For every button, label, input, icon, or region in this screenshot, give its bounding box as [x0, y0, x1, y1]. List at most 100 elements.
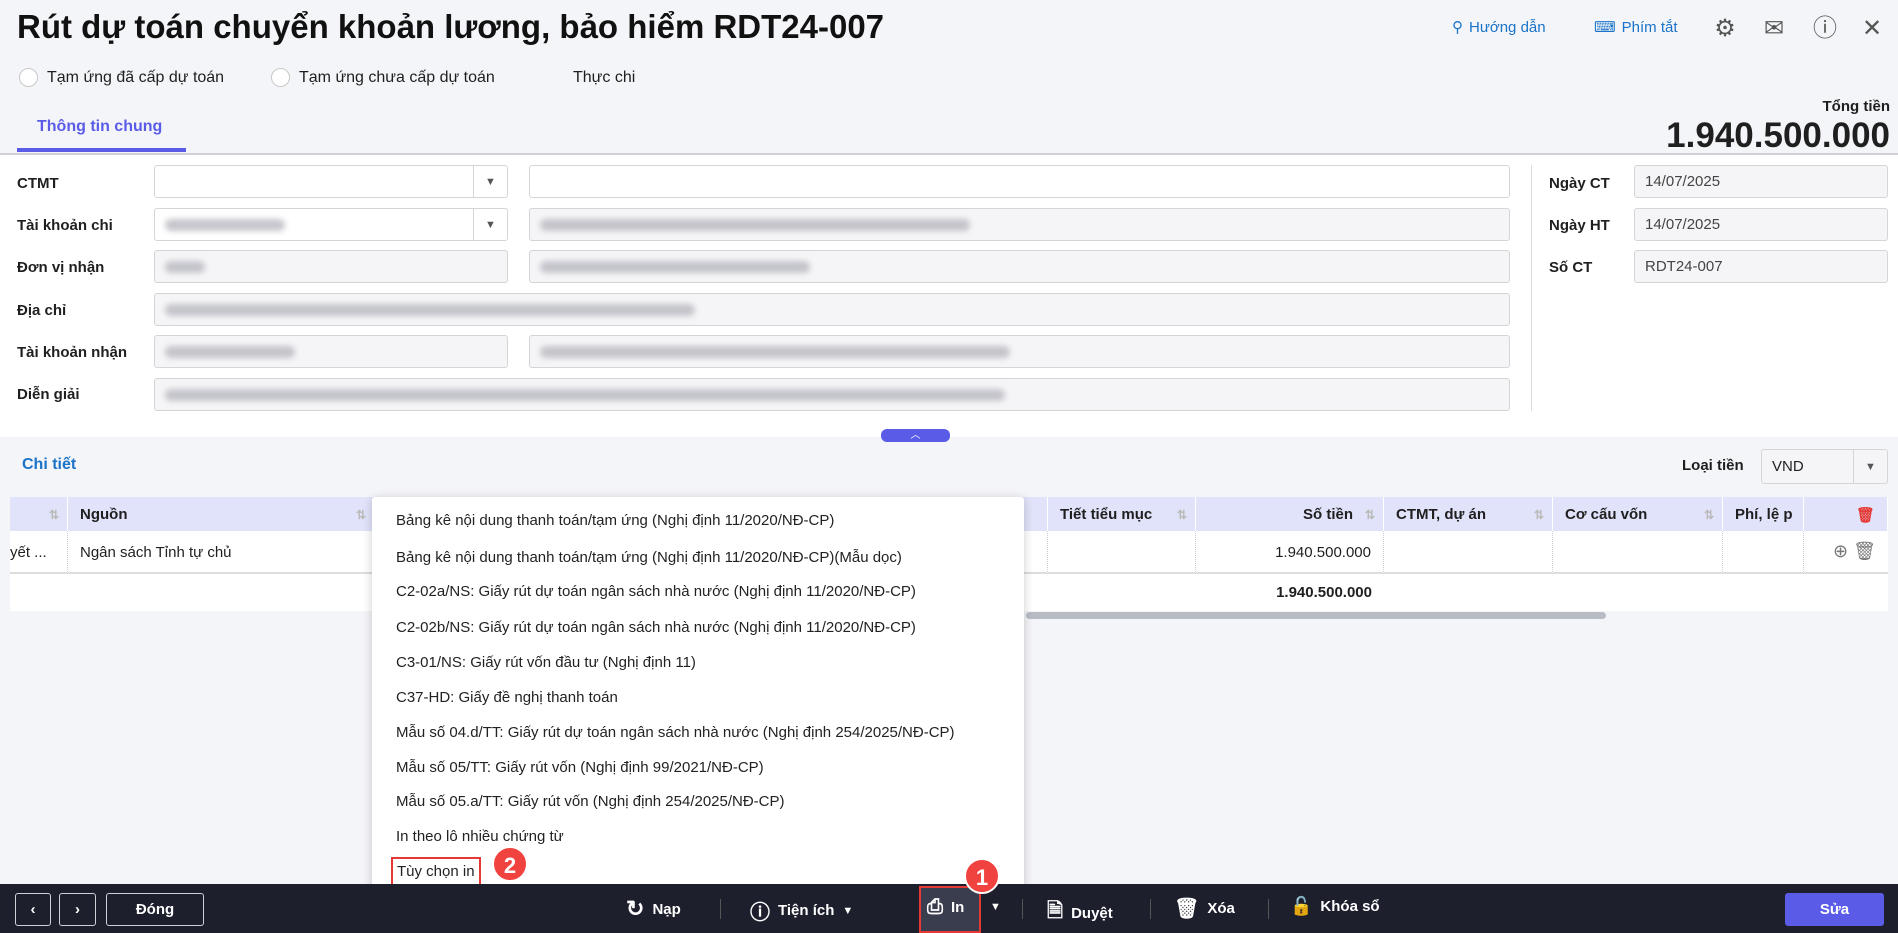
- cell-fee[interactable]: [1723, 531, 1804, 574]
- next-button[interactable]: ›: [59, 893, 96, 926]
- receiving-account-select[interactable]: [154, 335, 508, 368]
- menu-item[interactable]: Bảng kê nội dung thanh toán/tạm ứng (Ngh…: [396, 512, 834, 529]
- label-doc-date: Ngày CT: [1549, 175, 1610, 192]
- delete-button[interactable]: 🗑 Xóa: [1174, 896, 1235, 921]
- vertical-divider: [1531, 165, 1532, 411]
- label-recipient: Đơn vị nhận: [17, 259, 105, 276]
- currency-select[interactable]: VND ▼: [1761, 449, 1888, 484]
- guide-icon: ⚲: [1452, 19, 1463, 36]
- cell-sub-item[interactable]: [1048, 531, 1196, 574]
- row-actions: ⊕ 🗑: [1804, 531, 1888, 574]
- menu-item[interactable]: Mẫu số 05/TT: Giấy rút vốn (Nghị định 99…: [396, 759, 764, 776]
- gear-icon[interactable]: ⚙: [1710, 14, 1740, 44]
- receiving-bank-field[interactable]: [529, 335, 1510, 368]
- close-icon[interactable]: ✕: [1857, 14, 1887, 44]
- active-tab-indicator: [17, 148, 186, 152]
- chevron-down-icon: ▼: [473, 166, 507, 197]
- trash-icon: 🗑: [1174, 898, 1200, 920]
- shortcuts-link[interactable]: ⌨ Phím tắt: [1594, 18, 1678, 37]
- caret-down-icon: ▼: [842, 904, 854, 917]
- printer-icon: ⎙: [927, 896, 943, 918]
- label-spending-account: Tài khoản chi: [17, 217, 113, 234]
- detail-section-title[interactable]: Chi tiết: [22, 456, 76, 474]
- column-header-ctmt[interactable]: CTMT, dự án ⇅: [1384, 497, 1553, 531]
- reload-button[interactable]: ↻ Nạp: [626, 896, 681, 922]
- column-header-sub-item[interactable]: Tiết tiểu mục ⇅: [1048, 497, 1196, 531]
- currency-label: Loại tiền: [1682, 457, 1744, 474]
- label-ctmt: CTMT: [17, 175, 59, 192]
- divider: [1150, 899, 1151, 919]
- cell-first[interactable]: yết ...: [10, 531, 68, 574]
- address-field[interactable]: [154, 293, 1510, 326]
- column-header-first[interactable]: ⇅: [10, 497, 68, 531]
- spending-account-select[interactable]: ▼: [154, 208, 508, 241]
- column-header-capital[interactable]: Cơ cấu vốn ⇅: [1553, 497, 1723, 531]
- prev-button[interactable]: ‹: [15, 893, 51, 926]
- delete-all-icon[interactable]: 🗑: [1804, 497, 1888, 531]
- label-receiving-account: Tài khoản nhận: [17, 344, 128, 361]
- tab-general-info[interactable]: Thông tin chung: [37, 118, 162, 136]
- horizontal-scrollbar[interactable]: [1026, 612, 1606, 619]
- trash-icon[interactable]: 🗑: [1853, 541, 1876, 561]
- menu-item[interactable]: C3-01/NS: Giấy rút vốn đầu tư (Nghị định…: [396, 654, 696, 671]
- recipient-select[interactable]: [154, 250, 508, 283]
- column-header-fee[interactable]: Phí, lệ p: [1723, 497, 1804, 531]
- cell-source[interactable]: Ngân sách Tỉnh tự chủ: [68, 531, 375, 574]
- ctmt-select[interactable]: ▼: [154, 165, 508, 198]
- menu-item[interactable]: Mẫu số 04.d/TT: Giấy rút dự toán ngân sá…: [396, 724, 955, 741]
- column-header-amount[interactable]: Số tiền ⇅: [1196, 497, 1384, 531]
- cell-capital[interactable]: [1553, 531, 1723, 574]
- page-title: Rút dự toán chuyển khoản lương, bảo hiểm…: [17, 8, 885, 45]
- document-icon: 🗎: [1047, 900, 1064, 922]
- spending-account-name-field[interactable]: [529, 208, 1510, 241]
- print-menu: Bảng kê nội dung thanh toán/tạm ứng (Ngh…: [372, 497, 1024, 893]
- menu-item[interactable]: C2-02a/NS: Giấy rút dự toán ngân sách nh…: [396, 583, 916, 600]
- print-button-label[interactable]: ⎙ In: [927, 896, 964, 919]
- lock-book-button[interactable]: 🔓 Khóa sổ: [1290, 896, 1380, 917]
- divider: [1268, 899, 1269, 919]
- radio-advance-unallocated[interactable]: Tạm ứng chưa cấp dự toán: [271, 68, 495, 87]
- edit-button[interactable]: Sửa: [1785, 893, 1884, 926]
- cell-amount[interactable]: 1.940.500.000: [1196, 531, 1384, 574]
- guide-link[interactable]: ⚲ Hướng dẫn: [1452, 18, 1546, 37]
- step-badge-2: 2: [492, 846, 528, 882]
- refresh-icon: ↻: [626, 896, 645, 921]
- menu-item[interactable]: C37-HD: Giấy đề nghị thanh toán: [396, 689, 618, 706]
- add-row-icon[interactable]: ⊕: [1833, 541, 1848, 561]
- recipient-name-field[interactable]: [529, 250, 1510, 283]
- menu-item[interactable]: In theo lô nhiều chứng từ: [396, 828, 564, 845]
- radio-advance-allocated[interactable]: Tạm ứng đã cấp dự toán: [19, 68, 224, 87]
- label-address: Địa chỉ: [17, 302, 67, 319]
- keyboard-icon: ⌨: [1594, 19, 1616, 36]
- more-icon: ⓘ: [750, 902, 770, 924]
- label-post-date: Ngày HT: [1549, 217, 1610, 234]
- label-description: Diễn giải: [17, 386, 80, 403]
- menu-item-print-options[interactable]: Tùy chọn in: [391, 857, 481, 886]
- post-date-field[interactable]: 14/07/2025: [1634, 208, 1888, 241]
- help-icon[interactable]: ⓘ: [1810, 14, 1840, 44]
- menu-item[interactable]: C2-02b/NS: Giấy rút dự toán ngân sách nh…: [396, 619, 916, 636]
- collapse-button[interactable]: ︿: [881, 429, 950, 442]
- doc-number-field[interactable]: RDT24-007: [1634, 250, 1888, 283]
- divider: [1022, 899, 1023, 919]
- menu-item[interactable]: Bảng kê nội dung thanh toán/tạm ứng (Ngh…: [396, 549, 902, 566]
- close-button[interactable]: Đóng: [106, 893, 204, 926]
- total-value: 1.940.500.000: [1666, 116, 1890, 155]
- utilities-button[interactable]: ⓘ Tiện ích ▼: [750, 896, 853, 925]
- ctmt-name-field[interactable]: [529, 165, 1510, 198]
- divider: [720, 899, 721, 919]
- total-amount: 1.940.500.000: [1276, 584, 1372, 601]
- cell-ctmt[interactable]: [1384, 531, 1553, 574]
- lock-icon: 🔓: [1290, 896, 1313, 916]
- radio-actual-spend[interactable]: Thực chi: [542, 68, 635, 87]
- total-label: Tổng tiền: [1822, 98, 1891, 115]
- mail-forward-icon[interactable]: ✉: [1759, 14, 1789, 44]
- menu-item[interactable]: Mẫu số 05.a/TT: Giấy rút vốn (Nghị định …: [396, 793, 785, 810]
- approve-button[interactable]: 🗎 Duyệt: [1047, 896, 1113, 930]
- description-field[interactable]: [154, 378, 1510, 411]
- column-header-source[interactable]: Nguồn ⇅: [68, 497, 375, 531]
- chevron-down-icon: ▼: [473, 209, 507, 240]
- doc-date-field[interactable]: 14/07/2025: [1634, 165, 1888, 198]
- print-dropdown-caret[interactable]: ▼: [990, 901, 1001, 913]
- chevron-down-icon: ▼: [1853, 450, 1887, 483]
